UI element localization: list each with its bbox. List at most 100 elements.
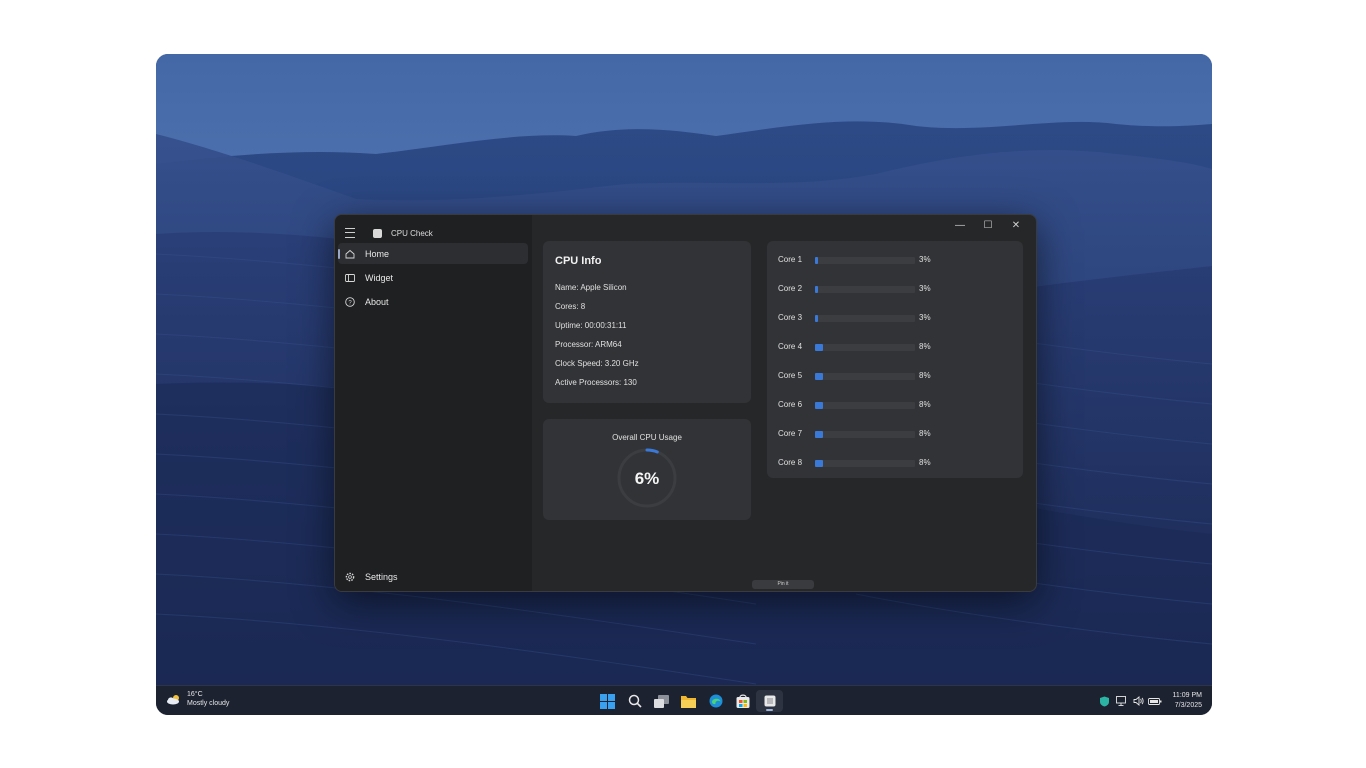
gear-icon: [345, 572, 355, 581]
core-label: Core 8: [778, 458, 803, 467]
core-percent: 8%: [919, 371, 931, 380]
core-progress-fill: [815, 431, 823, 438]
network-button[interactable]: [1114, 694, 1129, 708]
cpu-check-app-icon: [764, 695, 775, 707]
usage-ring-arc: [645, 448, 659, 454]
close-button[interactable]: ✕: [1002, 217, 1030, 233]
task-view-icon: [654, 694, 669, 708]
core-label: Core 5: [778, 371, 803, 380]
core-percent: 8%: [919, 458, 931, 467]
cpu-processor: Processor: ARM64: [555, 340, 622, 349]
core-label: Core 6: [778, 400, 803, 409]
start-button[interactable]: [594, 690, 621, 712]
core-label: Core 2: [778, 284, 803, 293]
desktop-screen: CPU Check Home Widget ? About Settings —…: [156, 54, 1212, 715]
search-button[interactable]: [621, 690, 648, 712]
weather-temperature: 16°C: [187, 691, 203, 698]
core-progress-bar: [815, 344, 915, 351]
nav-item-settings[interactable]: Settings: [338, 566, 528, 587]
core-progress-bar: [815, 315, 915, 322]
volume-button[interactable]: [1131, 694, 1146, 708]
cpu-uptime: Uptime: 00:00:31:11: [555, 321, 627, 330]
core-progress-bar: [815, 286, 915, 293]
core-usage-card: Core 1 3% Core 2 3% Core 3 3% Core 4 8% …: [767, 241, 1023, 478]
edge-icon: [709, 694, 722, 708]
cpu-check-window: CPU Check Home Widget ? About Settings —…: [334, 214, 1037, 592]
cpu-check-taskbar-button[interactable]: [756, 690, 783, 712]
nav-item-home[interactable]: Home: [338, 243, 528, 264]
weather-condition: Mostly cloudy: [187, 700, 230, 707]
clock-time: 11:09 PM: [1172, 692, 1202, 699]
title-bar: CPU Check: [345, 223, 433, 243]
window-controls: — ☐ ✕: [946, 217, 1030, 233]
task-view-button[interactable]: [648, 690, 675, 712]
core-row: Core 1 3%: [778, 255, 1018, 265]
battery-button[interactable]: [1148, 694, 1163, 708]
core-percent: 3%: [919, 255, 931, 264]
core-progress-fill: [815, 373, 823, 380]
active-app-indicator: [766, 709, 773, 711]
minimize-button[interactable]: —: [946, 217, 974, 233]
overall-usage-label: Overall CPU Usage: [612, 433, 682, 442]
core-row: Core 6 8%: [778, 400, 1018, 410]
core-percent: 3%: [919, 313, 931, 322]
core-progress-fill: [815, 402, 823, 409]
widget-icon: [345, 273, 355, 282]
core-progress-fill: [815, 286, 818, 293]
core-label: Core 4: [778, 342, 803, 351]
overall-usage-card: Overall CPU Usage 6%: [543, 419, 751, 520]
core-label: Core 1: [778, 255, 803, 264]
nav-item-widget[interactable]: Widget: [338, 267, 528, 288]
overall-usage-value: 6%: [634, 469, 660, 488]
navigation-pane: CPU Check Home Widget ? About Settings: [335, 215, 532, 591]
file-explorer-icon: [681, 695, 696, 708]
core-row: Core 5 8%: [778, 371, 1018, 381]
core-progress-bar: [815, 460, 915, 467]
shield-icon: [1099, 696, 1109, 706]
cpu-info-title: CPU Info: [555, 255, 602, 267]
cloud-sun-icon: [167, 694, 179, 704]
store-button[interactable]: [729, 690, 756, 712]
taskbar: 16°C Mostly cloudy 11:09 PM 7/3/2025: [156, 685, 1212, 715]
core-row: Core 7 8%: [778, 429, 1018, 439]
maximize-button[interactable]: ☐: [974, 217, 1002, 233]
cpu-name: Name: Apple Silicon: [555, 283, 627, 292]
system-tray: 11:09 PM 7/3/2025: [1097, 691, 1202, 711]
settings-label: Settings: [365, 571, 398, 582]
cpu-info-card: CPU Info Name: Apple Silicon Cores: 8 Up…: [543, 241, 751, 403]
search-icon: [628, 694, 642, 708]
cpu-active-processors: Active Processors: 130: [555, 378, 637, 387]
core-label: Core 3: [778, 313, 803, 322]
taskbar-apps: [594, 690, 783, 712]
nav-item-about[interactable]: ? About: [338, 291, 528, 312]
core-label: Core 7: [778, 429, 803, 438]
weather-widget[interactable]: 16°C Mostly cloudy: [166, 690, 229, 708]
clock-date: 7/3/2025: [1174, 702, 1202, 709]
hamburger-menu-icon[interactable]: [345, 228, 355, 238]
core-row: Core 3 3%: [778, 313, 1018, 323]
clock[interactable]: 11:09 PM 7/3/2025: [1173, 691, 1202, 711]
core-progress-bar: [815, 402, 915, 409]
core-progress-bar: [815, 431, 915, 438]
core-percent: 3%: [919, 284, 931, 293]
home-icon: [345, 249, 355, 258]
core-progress-bar: [815, 257, 915, 264]
file-explorer-button[interactable]: [675, 690, 702, 712]
core-progress-fill: [815, 460, 823, 467]
cpu-clock-speed: Clock Speed: 3.20 GHz: [555, 359, 639, 368]
help-icon: ?: [345, 296, 355, 307]
app-icon: [373, 228, 382, 238]
nav-item-label: About: [365, 296, 389, 307]
core-row: Core 2 3%: [778, 284, 1018, 294]
network-icon: [1115, 696, 1126, 706]
core-percent: 8%: [919, 400, 931, 409]
pin-it-button[interactable]: Pin it: [752, 580, 814, 589]
store-icon: [736, 694, 749, 708]
nav-item-label: Widget: [365, 272, 394, 283]
tray-app-button[interactable]: [1097, 694, 1112, 708]
core-progress-fill: [815, 257, 818, 264]
start-icon: [600, 693, 615, 709]
edge-button[interactable]: [702, 690, 729, 712]
cpu-cores: Cores: 8: [555, 302, 586, 311]
battery-icon: [1148, 697, 1162, 705]
